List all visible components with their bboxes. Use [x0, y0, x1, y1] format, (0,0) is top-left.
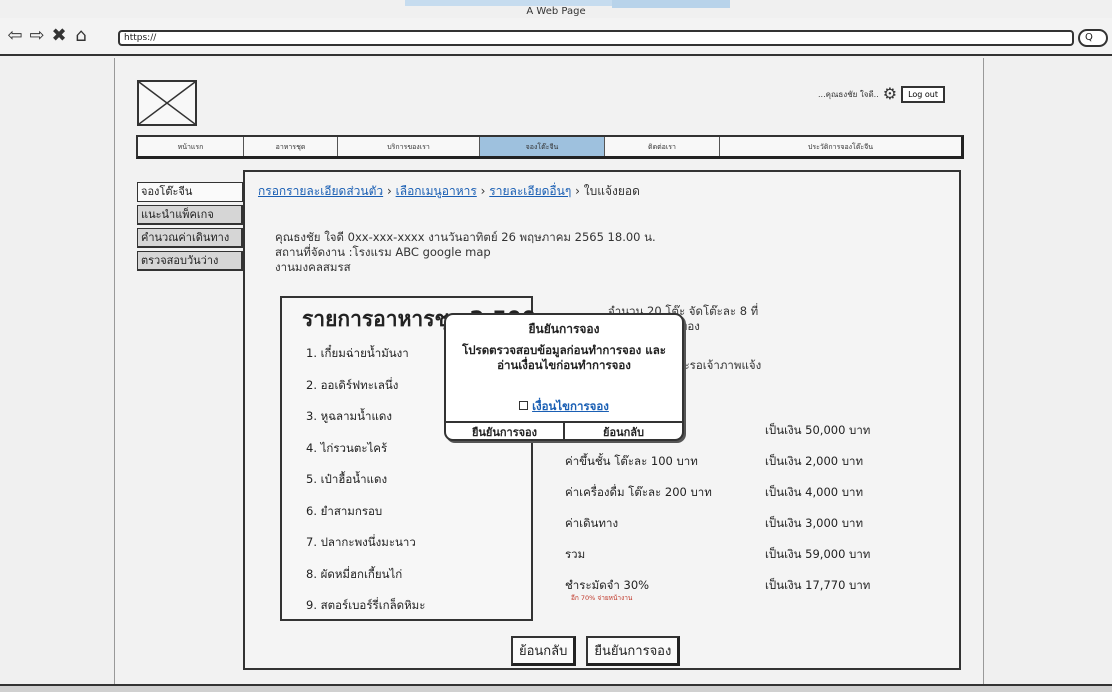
modal-message-line: อ่านเงื่อนไขก่อนทำการจอง: [497, 358, 631, 372]
cost-label: ค่าเครื่องดื่ม โต๊ะละ 200 บาท: [565, 485, 712, 499]
cost-label: ค่าขึ้นชั้น โต๊ะละ 100 บาท: [565, 454, 698, 468]
nav-item-contact[interactable]: ติดต่อเรา: [605, 137, 720, 156]
terms-checkbox-row: เงื่อนไขการจอง: [446, 398, 682, 416]
search-icon: Q: [1085, 32, 1093, 43]
modal-footer: ยืนยันการจอง ย้อนกลับ: [446, 421, 682, 439]
customer-info: คุณธงชัย ใจดี 0xx-xxx-xxxx งานวันอาทิตย์…: [275, 230, 656, 275]
menu-item: 1. เกี๋ยมฉ่ายน้ำมันงา: [306, 346, 409, 360]
breadcrumb-invoice: ใบแจ้งยอด: [583, 184, 640, 198]
cost-row: รวม เป็นเงิน 59,000 บาท: [565, 539, 925, 570]
cost-amount: เป็นเงิน 50,000 บาท: [765, 423, 871, 437]
confirm-booking-button[interactable]: ยืนยันการจอง: [586, 636, 681, 666]
balance-note: อีก 70% จ่ายหน้างาน: [571, 594, 633, 602]
breadcrumb-separator: ›: [386, 184, 392, 198]
bottom-status-bar: [0, 684, 1112, 692]
window-title: A Web Page: [526, 6, 586, 17]
logout-button[interactable]: Log out: [901, 85, 946, 103]
browser-nav-icons: ⇦ ⇨ ✖ ⌂: [6, 26, 90, 46]
cost-row: ค่าเครื่องดื่ม โต๊ะละ 200 บาท เป็นเงิน 4…: [565, 477, 925, 508]
menu-item: 8. ผัดหมี่ฮกเกี้ยนไก่: [306, 566, 403, 581]
breadcrumb-separator: ›: [575, 184, 580, 198]
home-icon[interactable]: ⌂: [72, 26, 90, 46]
image-placeholder-icon: [138, 81, 196, 125]
cost-row: ค่าขึ้นชั้น โต๊ะละ 100 บาท เป็นเงิน 2,00…: [565, 446, 925, 477]
menu-item: 6. ยำสามกรอบ: [306, 503, 383, 518]
cost-row: ค่าเดินทาง เป็นเงิน 3,000 บาท: [565, 508, 925, 539]
terms-checkbox[interactable]: [519, 401, 529, 410]
nav-item-services[interactable]: บริการของเรา: [338, 137, 480, 156]
cost-label: รวม: [565, 547, 586, 561]
cost-amount: เป็นเงิน 17,770 บาท: [765, 578, 871, 592]
nav-item-home[interactable]: หน้าแรก: [138, 137, 244, 156]
modal-body: โปรดตรวจสอบข้อมูลก่อนทำการจอง และ อ่านเง…: [446, 343, 682, 373]
sidebar-item-travel-cost[interactable]: คำนวณค่าเดินทาง: [137, 228, 243, 248]
menu-item: 7. ปลากะพงนึ่งมะนาว: [306, 535, 416, 549]
modal-confirm-button[interactable]: ยืนยันการจอง: [446, 423, 565, 439]
user-area: ...คุณธงชัย ใจดี.. ⚙ Log out: [818, 83, 946, 105]
modal-back-button[interactable]: ย้อนกลับ: [565, 423, 682, 439]
breadcrumb-separator: ›: [480, 184, 486, 198]
modal-title: ยืนยันการจอง: [528, 322, 600, 336]
customer-contact-line: คุณธงชัย ใจดี 0xx-xxx-xxxx งานวันอาทิตย์…: [275, 230, 656, 244]
logo: [137, 80, 197, 126]
gear-icon[interactable]: ⚙: [883, 86, 897, 102]
action-buttons: ย้อนกลับ ยืนยันการจอง: [511, 636, 681, 666]
menu-list: 1. เกี๋ยมฉ่ายน้ำมันงา 2. ออเดิร์ฟทะเลนึ่…: [306, 338, 425, 622]
sidebar-item-availability[interactable]: ตรวจสอบวันว่าง: [137, 251, 243, 271]
cost-table: เป็นเงิน 50,000 บาท ค่าขึ้นชั้น โต๊ะละ 1…: [565, 415, 925, 601]
cost-amount: เป็นเงิน 3,000 บาท: [765, 516, 864, 530]
cost-amount: เป็นเงิน 59,000 บาท: [765, 547, 871, 561]
breadcrumb: กรอกรายละเอียดส่วนตัว › เลือกเมนูอาหาร ›…: [258, 182, 640, 201]
menu-item: 2. ออเดิร์ฟทะเลนึ่ง: [306, 377, 399, 392]
venue-line: สถานที่จัดงาน :โรงแรม ABC google map: [275, 245, 491, 259]
menu-item: 3. หูฉลามน้ำแดง: [306, 409, 392, 423]
confirm-booking-modal: ยืนยันการจอง โปรดตรวจสอบข้อมูลก่อนทำการจ…: [444, 313, 684, 441]
cost-amount: เป็นเงิน 2,000 บาท: [765, 454, 864, 468]
nav-item-set-menu[interactable]: อาหารชุด: [244, 137, 338, 156]
menu-item: 9. สตอร์เบอร์รี่เกล็ดหิมะ: [306, 598, 426, 612]
modal-message-line: โปรดตรวจสอบข้อมูลก่อนทำการจอง และ: [462, 343, 666, 357]
sidebar: จองโต๊ะจีน แนะนำแพ็คเกจ คำนวณค่าเดินทาง …: [137, 182, 243, 274]
sidebar-item-booking[interactable]: จองโต๊ะจีน: [137, 182, 243, 202]
breadcrumb-select-menu[interactable]: เลือกเมนูอาหาร: [396, 184, 477, 198]
breadcrumb-personal-info[interactable]: กรอกรายละเอียดส่วนตัว: [258, 184, 383, 198]
breadcrumb-other-details[interactable]: รายละเอียดอื่นๆ: [489, 184, 571, 198]
forward-arrow-icon[interactable]: ⇨: [28, 26, 46, 46]
sidebar-item-packages[interactable]: แนะนำแพ็คเกจ: [137, 205, 243, 225]
url-bar[interactable]: https://: [118, 30, 1074, 46]
menu-item: 4. ไก่รวนตะไคร้: [306, 440, 388, 455]
user-name: ...คุณธงชัย ใจดี..: [818, 89, 879, 99]
event-type: งานมงคลสมรส: [275, 260, 351, 274]
back-arrow-icon[interactable]: ⇦: [6, 26, 24, 46]
nav-item-booking-history[interactable]: ประวัติการจองโต๊ะจีน: [720, 137, 961, 156]
cost-label: ค่าเดินทาง: [565, 516, 619, 530]
close-icon[interactable]: ✖: [50, 26, 68, 46]
browser-toolbar: ⇦ ⇨ ✖ ⌂ https:// Q: [0, 18, 1112, 56]
main-navbar: หน้าแรก อาหารชุด บริการของเรา จองโต๊ะจีน…: [136, 135, 964, 159]
search-button[interactable]: Q: [1078, 29, 1108, 47]
menu-item: 5. เป๋าฮื้อน้ำแดง: [306, 472, 388, 486]
cost-amount: เป็นเงิน 4,000 บาท: [765, 485, 864, 499]
back-button[interactable]: ย้อนกลับ: [511, 636, 577, 666]
nav-item-booking[interactable]: จองโต๊ะจีน: [480, 137, 605, 156]
terms-link[interactable]: เงื่อนไขการจอง: [532, 399, 609, 413]
